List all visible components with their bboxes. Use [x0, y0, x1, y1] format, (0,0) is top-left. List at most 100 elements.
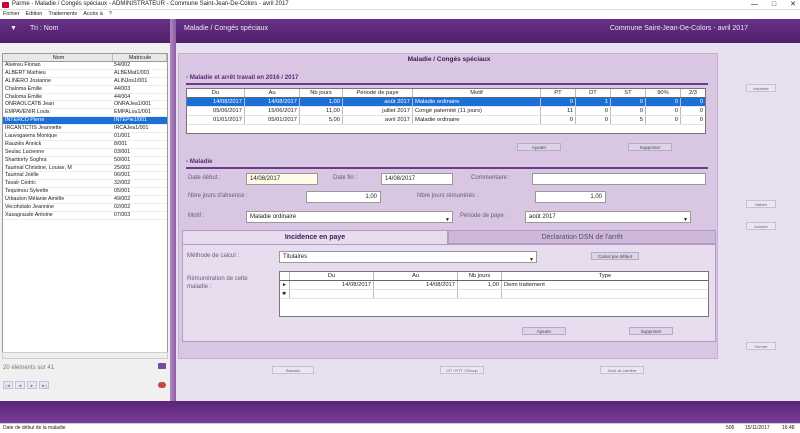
menu-acces[interactable]: Accès à: [83, 10, 103, 19]
employee-row[interactable]: Taurinal Christine, Louise, M 25/002: [3, 165, 167, 173]
nb-remuneres-input[interactable]: 1,00: [535, 191, 606, 203]
employee-matricule: 05/001: [114, 188, 131, 195]
grid-col-header[interactable]: 90%: [646, 89, 681, 97]
methode-select[interactable]: Titulaires ▼: [279, 251, 537, 263]
cp-rtt-button[interactable]: CP / RTT / Récup: [440, 366, 484, 374]
employee-row[interactable]: Tequimou Sylvette 05/001: [3, 188, 167, 197]
employee-row[interactable]: ALBERT Mathieu ALBEMat1/001: [3, 70, 167, 78]
nb-absence-input[interactable]: 1,00: [306, 191, 381, 203]
suivi-carriere-button[interactable]: Suivi de carrière: [600, 366, 644, 374]
menu-fichier[interactable]: Fichier: [3, 10, 20, 19]
delete-absence-button[interactable]: Supprimer: [628, 143, 672, 151]
employee-row[interactable]: Alvéreu Florian 54/002: [3, 62, 167, 70]
employee-row[interactable]: Vecohstalo Jeannine 02/002: [3, 204, 167, 212]
calcul-defaut-button[interactable]: Calcul par défaut: [591, 252, 639, 260]
absence-cell: 0: [699, 99, 703, 105]
absence-row[interactable]: 14/08/2017 14/08/2017 1,00 août 2017 Maladie…: [187, 98, 705, 107]
periode-select[interactable]: août 2017 ▼: [525, 211, 691, 223]
maximize-icon[interactable]: □: [772, 0, 776, 10]
imprimer-button[interactable]: Imprimer: [746, 84, 776, 92]
add-remuneration-button[interactable]: Ajouter: [522, 327, 566, 335]
col-matricule[interactable]: Matricule: [113, 54, 167, 61]
valider-button[interactable]: Valider: [746, 200, 776, 208]
rem-cell-type[interactable]: Demi traitement: [502, 281, 708, 289]
employee-row[interactable]: Chaloma Emilie 44/003: [3, 86, 167, 94]
rem-row[interactable]: ► 14/08/2017 14/08/2017 1,00 Demi traite…: [280, 281, 708, 290]
employee-row[interactable]: Lauvogaems Monique 01/001: [3, 133, 167, 141]
absence-row[interactable]: 01/01/2017 05/01/2017 5,00 avril 2017 Maladi…: [187, 116, 705, 125]
delete-icon[interactable]: [158, 382, 166, 388]
date-fin-input[interactable]: 14/08/2017: [381, 173, 453, 185]
list-hscrollbar[interactable]: [2, 352, 168, 359]
absence-row[interactable]: 05/06/2017 15/06/2017 11,00 juillet 2017 Con…: [187, 107, 705, 116]
employee-row[interactable]: INTERCO Pierre INTEPie1/001: [3, 117, 167, 126]
employee-name: Sharttorty Soghra: [5, 156, 47, 163]
employee-row[interactable]: Sharttorty Soghra 50/001: [3, 157, 167, 165]
export-icon[interactable]: [158, 363, 166, 369]
grid-col-header[interactable]: Motif: [413, 89, 541, 97]
close-icon[interactable]: ✕: [790, 0, 796, 10]
employee-row[interactable]: IRCANTCTIS Jeannette IRCAJea1/001: [3, 125, 167, 134]
status-code: 506: [726, 425, 735, 431]
grid-col-header[interactable]: Au: [245, 89, 300, 97]
menu-traitements[interactable]: Traitements: [48, 10, 77, 19]
employee-row[interactable]: Tavalr Cédric 32/002: [3, 180, 167, 189]
absence-cell: 14/08/2017: [245, 98, 300, 106]
employee-matricule: 44/004: [114, 93, 131, 100]
employee-row[interactable]: Taurinal Joëlle 06/001: [3, 172, 167, 181]
remuneration-label: Rémunération de cette maladie :: [187, 276, 248, 290]
grid-col-header[interactable]: Du: [187, 89, 245, 97]
tab-declaration-dsn[interactable]: Déclaration DSN de l'arrêt: [448, 230, 716, 244]
grid-col-header[interactable]: Nb jours: [300, 89, 343, 97]
grid-col-header[interactable]: DT: [576, 89, 611, 97]
absence-cell: juillet 2017: [343, 107, 413, 115]
rem-cell-du[interactable]: 14/08/2017: [290, 281, 374, 289]
grid-col-header[interactable]: ST: [611, 89, 646, 97]
commentaire-input[interactable]: [532, 173, 706, 185]
col-nom[interactable]: Nom: [3, 54, 113, 61]
employee-name: EMPAVENIR Louis: [5, 109, 50, 116]
absence-cell: 1,00: [300, 98, 343, 106]
employee-row[interactable]: ALINERO Josianne ALINJos1/001: [3, 78, 167, 86]
chevron-down-icon: ▼: [529, 257, 534, 263]
nav-next-button[interactable]: ►: [27, 381, 37, 389]
sort-dropdown-icon[interactable]: ▼: [10, 25, 17, 32]
employee-row[interactable]: Seulac Lucienne 03/001: [3, 149, 167, 157]
fermer-button[interactable]: Fermer: [746, 342, 776, 350]
rem-cell-nbjours[interactable]: 1,00: [458, 281, 502, 289]
tab-incidence-paye[interactable]: Incidence en paye: [182, 230, 448, 244]
grid-col-header[interactable]: 2/3: [681, 89, 705, 97]
absences-grid[interactable]: Du Au Nb jours Période de paye Motif PT DT ST 90…: [186, 88, 706, 134]
employee-list[interactable]: Nom Matricule Alvéreu Florian 54/002 ALBER…: [2, 53, 168, 359]
employee-row[interactable]: Rauziès Annick 8/001: [3, 141, 167, 149]
absence-cell: Maladie ordinaire: [413, 116, 541, 124]
employee-matricule: 50/001: [114, 156, 131, 163]
motif-select[interactable]: Maladie ordinaire ▼: [246, 211, 453, 223]
status-time: 16:48: [782, 425, 795, 431]
menu-help[interactable]: ?: [109, 10, 112, 19]
annuler-button[interactable]: Annuler: [746, 222, 776, 230]
add-absence-button[interactable]: Ajouter: [517, 143, 561, 151]
employee-matricule: 03/001: [114, 148, 131, 155]
periode-label: Période de paye :: [460, 213, 508, 219]
employee-row[interactable]: EMPAVENIR Louis EMPALou1/001: [3, 109, 167, 118]
nav-prev-button[interactable]: ◄: [15, 381, 25, 389]
nav-first-button[interactable]: |◄: [3, 381, 13, 389]
employee-row[interactable]: Chaloma Emilie 44/004: [3, 94, 167, 102]
rem-col-au: Au: [374, 272, 458, 280]
date-debut-input[interactable]: 14/08/2017: [246, 173, 318, 185]
employee-row[interactable]: Urbauton Mélanie Amélie 49/002: [3, 196, 167, 205]
nav-last-button[interactable]: ►|: [39, 381, 49, 389]
grid-col-header[interactable]: PT: [541, 89, 576, 97]
salaries-button[interactable]: Salariés: [272, 366, 314, 374]
employee-row[interactable]: Xasagraude Antoine 07/003: [3, 212, 167, 220]
rem-cell-au[interactable]: 14/08/2017: [374, 281, 458, 289]
employee-matricule: ONRAJea1/001: [114, 101, 152, 108]
menu-edition[interactable]: Edition: [26, 10, 43, 19]
minimize-icon[interactable]: —: [751, 0, 758, 10]
delete-remuneration-button[interactable]: Supprimer: [629, 327, 673, 335]
rem-new-row[interactable]: ✱: [280, 290, 708, 299]
remuneration-grid[interactable]: Du Au Nb jours Type ► 14/08/2017 14/08/2…: [279, 271, 709, 317]
grid-col-header[interactable]: Période de paye: [343, 89, 413, 97]
employee-row[interactable]: ONRAOLCATB Jean ONRAJea1/001: [3, 101, 167, 110]
